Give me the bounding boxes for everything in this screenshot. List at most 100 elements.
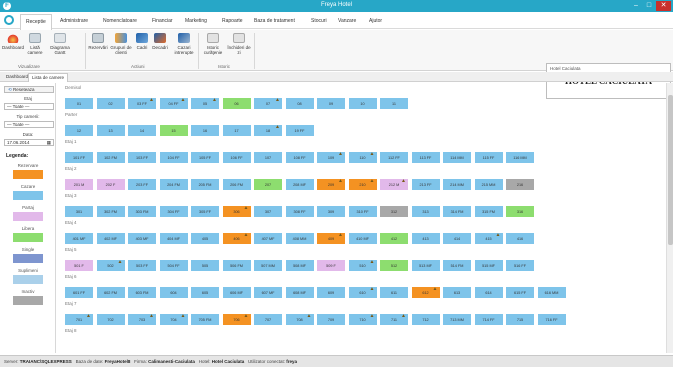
room-tile[interactable]: 109 ▲: [317, 152, 345, 163]
room-tile[interactable]: 616 MM: [537, 287, 566, 298]
menu-tab-financiar[interactable]: Financiar: [152, 18, 173, 24]
room-tile[interactable]: 07 ▲: [254, 98, 282, 109]
day-closings-button[interactable]: Închideri de zi: [226, 33, 252, 55]
room-tile[interactable]: 312: [380, 206, 408, 217]
maximize-button[interactable]: □: [643, 1, 655, 11]
close-button[interactable]: ✕: [656, 1, 671, 11]
room-tile[interactable]: 11: [380, 98, 408, 109]
room-tile[interactable]: 604: [159, 287, 188, 298]
menu-tab-vanzare[interactable]: Vanzare: [338, 18, 356, 24]
room-tile[interactable]: 310 FF: [348, 206, 377, 217]
room-tile[interactable]: 108 FF: [285, 152, 314, 163]
interrupted-stays-button[interactable]: Cazari intrerupte: [171, 33, 197, 55]
room-tile[interactable]: 607 MF: [254, 287, 282, 298]
menu-tab-nomenclatoare[interactable]: Nomenclatoare: [103, 18, 137, 24]
floor-filter-select[interactable]: — Toate —: [4, 103, 54, 110]
room-tile[interactable]: 610 ▲: [348, 287, 377, 298]
room-tile[interactable]: 212 M ▲: [380, 179, 408, 190]
room-tile[interactable]: 202 F: [96, 179, 125, 190]
room-tile[interactable]: 115 FF: [474, 152, 503, 163]
room-tile[interactable]: 602 FM: [96, 287, 125, 298]
room-tile[interactable]: 17: [222, 125, 251, 136]
room-tile[interactable]: 207: [254, 179, 282, 190]
room-tile[interactable]: 603 FM: [128, 287, 156, 298]
room-tile[interactable]: 213 FF: [411, 179, 440, 190]
scrollbar-thumb[interactable]: [668, 95, 673, 245]
gantt-diagram-button[interactable]: Diagrama Gantt: [48, 33, 72, 55]
app-menu-orb-icon[interactable]: [4, 15, 14, 25]
room-tile[interactable]: 113 FF: [411, 152, 440, 163]
room-tile[interactable]: 414: [443, 233, 471, 244]
dashboard-button[interactable]: Dashboard: [2, 33, 24, 50]
room-tile[interactable]: 18 ▲: [254, 125, 282, 136]
check-out-button[interactable]: Decadri: [150, 33, 170, 50]
room-tile[interactable]: 101 FF: [65, 152, 93, 163]
room-tile[interactable]: 13: [96, 125, 125, 136]
room-tile[interactable]: 409 ▲: [317, 233, 345, 244]
room-tile[interactable]: 510 ▲: [348, 260, 377, 271]
room-tile[interactable]: 508 MF: [285, 260, 314, 271]
room-tile[interactable]: 315 FM: [474, 206, 503, 217]
room-tile[interactable]: 615 FF: [506, 287, 534, 298]
room-tile[interactable]: 301: [65, 206, 93, 217]
room-tile[interactable]: 06: [222, 98, 251, 109]
tab-lista-de-camere[interactable]: Lista de camere: [28, 73, 69, 82]
minimize-button[interactable]: –: [630, 1, 642, 11]
room-tile[interactable]: 112 FF: [380, 152, 408, 163]
check-in-button[interactable]: Cadri: [134, 33, 150, 50]
room-tile[interactable]: 709: [317, 314, 345, 325]
room-tile[interactable]: 712: [411, 314, 440, 325]
room-tile[interactable]: 09: [317, 98, 345, 109]
room-tile[interactable]: 208 MF: [285, 179, 314, 190]
room-tile[interactable]: 707: [254, 314, 282, 325]
room-tile[interactable]: 416: [506, 233, 534, 244]
room-type-filter-select[interactable]: — Toate —: [4, 121, 54, 128]
room-tile[interactable]: 102 FM: [96, 152, 125, 163]
room-tile[interactable]: 516 FF: [506, 260, 534, 271]
room-tile[interactable]: 401 MF: [65, 233, 93, 244]
room-tile[interactable]: 19 FF: [285, 125, 314, 136]
room-tile[interactable]: 501 F: [65, 260, 93, 271]
room-tile[interactable]: 509 F: [317, 260, 345, 271]
reset-filters-button[interactable]: ⟲ Reseteaza: [4, 86, 54, 93]
room-tile[interactable]: 614: [474, 287, 503, 298]
room-tile[interactable]: 608 MF: [285, 287, 314, 298]
room-tile[interactable]: 404 MF: [159, 233, 188, 244]
room-tile[interactable]: 215 MM: [474, 179, 503, 190]
room-tile[interactable]: 406 ▲: [222, 233, 251, 244]
room-tile[interactable]: 605: [191, 287, 219, 298]
room-tile[interactable]: 606 MF: [222, 287, 251, 298]
room-tile[interactable]: 715: [506, 314, 534, 325]
room-tile[interactable]: 512: [380, 260, 408, 271]
room-tile[interactable]: 01: [65, 98, 93, 109]
room-tile[interactable]: 214 MM: [443, 179, 471, 190]
room-tile[interactable]: 302 FM: [96, 206, 125, 217]
room-tile[interactable]: 309: [317, 206, 345, 217]
room-tile[interactable]: 612 ▲: [411, 287, 440, 298]
room-tile[interactable]: 701 ▲: [65, 314, 93, 325]
room-tile[interactable]: 507 MM: [254, 260, 282, 271]
room-tile[interactable]: 611: [380, 287, 408, 298]
tab-dashboard[interactable]: Dashboard: [3, 73, 31, 82]
room-tile[interactable]: 403 MF: [128, 233, 156, 244]
room-tile[interactable]: 716 FF: [537, 314, 566, 325]
room-tile[interactable]: 205 FM: [191, 179, 219, 190]
menu-tab-receptie[interactable]: Receptie: [20, 14, 52, 30]
room-tile[interactable]: 713 MM: [443, 314, 471, 325]
room-tile[interactable]: 513 MF: [411, 260, 440, 271]
room-tile[interactable]: 201 M: [65, 179, 93, 190]
room-tile[interactable]: 313: [411, 206, 440, 217]
room-tile[interactable]: 316: [506, 206, 534, 217]
room-tile[interactable]: 706 ▲: [222, 314, 251, 325]
room-tile[interactable]: 08: [285, 98, 314, 109]
room-tile[interactable]: 105 FF: [191, 152, 219, 163]
reservations-button[interactable]: Rezervări: [87, 33, 109, 50]
room-tile[interactable]: 206 FM: [222, 179, 251, 190]
menu-tab-baza-de-tratament[interactable]: Baza de tratament: [254, 18, 295, 24]
room-tile[interactable]: 708 ▲: [285, 314, 314, 325]
room-tile[interactable]: 710 ▲: [348, 314, 377, 325]
room-tile[interactable]: 515 MF: [474, 260, 503, 271]
room-tile[interactable]: 10: [348, 98, 377, 109]
room-tile[interactable]: 110 ▲: [348, 152, 377, 163]
calendar-icon[interactable]: ▦: [47, 140, 51, 146]
